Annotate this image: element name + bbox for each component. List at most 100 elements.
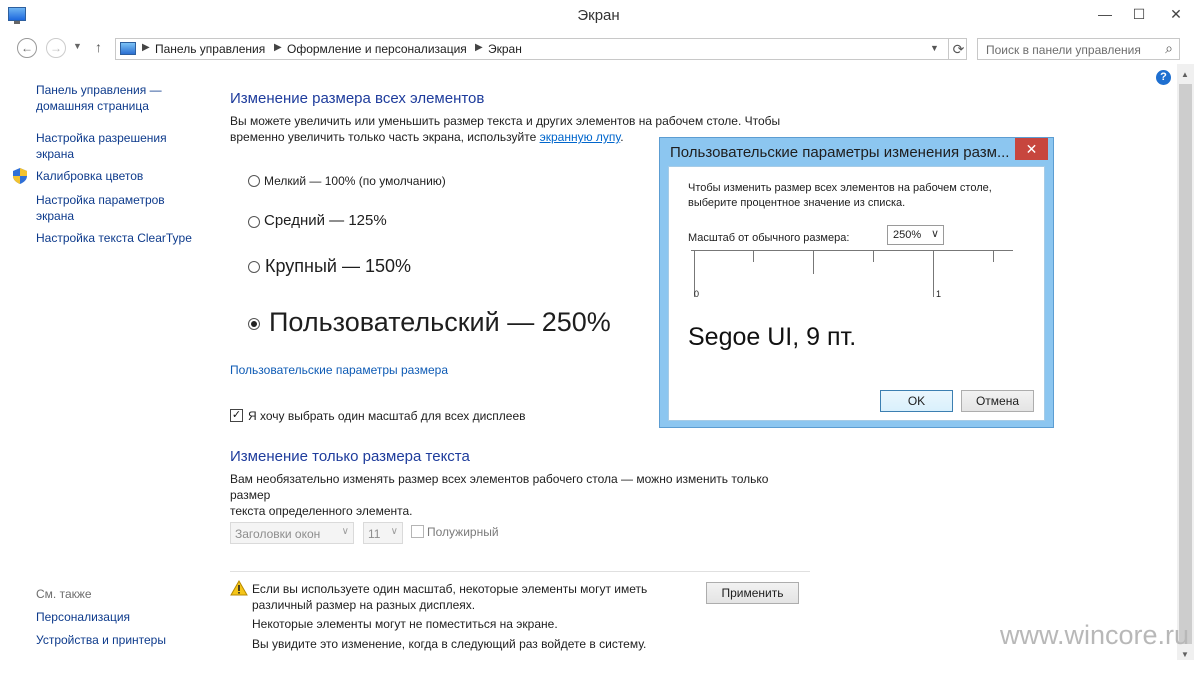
scroll-up-arrow-icon[interactable]: ▲ [1181,70,1189,79]
ruler-tick [993,250,994,262]
radio-large[interactable] [248,261,260,273]
bold-checkbox-label[interactable]: Полужирный [427,525,499,539]
refresh-icon[interactable]: ⟳ [948,39,968,59]
warning-line: Если вы используете один масштаб, некото… [252,582,648,596]
warning-line: различный размер на разных дисплеях. [252,598,476,612]
sidebar-link-resolution[interactable]: Настройка разрешения экрана [36,130,167,162]
sidebar-link-line[interactable]: экрана [36,208,165,224]
radio-medium-label[interactable]: Средний — 125% [264,212,387,229]
sidebar-link-personalization[interactable]: Персонализация [36,609,130,625]
radio-small-label[interactable]: Мелкий — 100% (по умолчанию) [264,174,446,188]
control-panel-icon [120,42,136,55]
recent-pages-dropdown-icon[interactable]: ▼ [73,41,82,51]
dialog-close-button[interactable]: ✕ [1015,138,1048,160]
divider [230,571,810,572]
address-bar[interactable]: ▶ Панель управления ▶ Оформление и персо… [115,38,967,60]
bold-checkbox[interactable] [411,525,424,538]
description-text: временно увеличить только часть экрана, … [230,130,540,144]
chevron-down-icon: ∨ [930,228,939,240]
sidebar-link-line[interactable]: Панель управления — [36,82,162,98]
close-button[interactable]: ✕ [1158,0,1194,28]
title-bar: Экран — ☐ ✕ [0,0,1197,32]
apply-button[interactable]: Применить [706,582,799,604]
breadcrumb-display[interactable]: Экран [488,42,522,56]
search-placeholder: Поиск в панели управления [986,43,1141,57]
warning-line: Вы увидите это изменение, когда в следую… [252,637,647,651]
up-arrow-icon[interactable]: ↑ [95,39,102,55]
search-icon[interactable]: ⌕ [1165,40,1173,57]
element-select-value: Заголовки окон [235,527,321,541]
breadcrumb-separator-icon[interactable]: ▶ [142,42,150,53]
navigation-bar: ← → ▼ ↑ ▶ Панель управления ▶ Оформление… [0,36,1197,62]
dialog-title: Пользовательские параметры изменения раз… [670,144,1010,161]
scale-select[interactable]: 250% ∨ [887,225,944,245]
sidebar-link-display-settings[interactable]: Настройка параметров экрана [36,192,165,224]
one-scale-checkbox-label[interactable]: Я хочу выбрать один масштаб для всех дис… [248,409,526,423]
sidebar-link-line[interactable]: Настройка параметров [36,192,165,208]
sidebar-link-devices-printers[interactable]: Устройства и принтеры [36,632,166,648]
scale-select-value: 250% [893,229,922,241]
scale-label: Масштаб от обычного размера: [688,232,850,244]
magnifier-link[interactable]: экранную лупу [540,130,621,144]
breadcrumb-control-panel[interactable]: Панель управления [155,42,265,56]
one-scale-checkbox[interactable]: ✓ [230,409,243,422]
search-input[interactable]: Поиск в панели управления ⌕ [977,38,1180,60]
dialog-instructions: Чтобы изменить размер всех элементов на … [688,181,992,211]
help-icon[interactable]: ? [1156,70,1171,85]
window-title: Экран [577,7,620,24]
address-history-dropdown-icon[interactable]: ▼ [930,43,939,53]
scrollbar-thumb[interactable] [1179,84,1192,644]
radio-medium[interactable] [248,216,260,228]
breadcrumb-appearance[interactable]: Оформление и персонализация [287,42,467,56]
section-title-resize-all: Изменение размера всех элементов [230,90,485,107]
description-line: Вы можете увеличить или уменьшить размер… [230,114,781,128]
dialog-instructions-line: Чтобы изменить размер всех элементов на … [688,182,992,194]
font-size-value: 11 [368,527,381,541]
radio-custom[interactable] [248,318,260,330]
radio-small[interactable] [248,175,260,187]
custom-scaling-dialog: Пользовательские параметры изменения раз… [659,137,1054,428]
ruler-tick [933,250,934,297]
element-select[interactable]: Заголовки окон ∨ [230,522,354,544]
sidebar-link-color-calibration[interactable]: Калибровка цветов [36,168,143,184]
breadcrumb-separator-icon[interactable]: ▶ [475,42,483,53]
radio-large-label[interactable]: Крупный — 150% [265,256,411,277]
sidebar-link-line[interactable]: экрана [36,146,167,162]
font-size-select[interactable]: 11 ∨ [363,522,403,544]
warning-icon [230,580,248,596]
warning-line: Некоторые элементы могут не поместиться … [252,617,558,631]
ruler-tick [813,250,814,274]
ruler[interactable] [691,250,1013,251]
ruler-label-start: 0 [694,289,700,299]
warning-text: Если вы используете один масштаб, некото… [252,581,647,613]
see-also-heading: См. также [36,587,92,601]
section-description: Вам необязательно изменять размер всех э… [230,471,810,519]
sidebar-link-cleartype[interactable]: Настройка текста ClearType [36,230,192,246]
dialog-instructions-line: выберите процентное значение из списка. [688,197,906,209]
custom-size-options-link[interactable]: Пользовательские параметры размера [230,363,448,377]
watermark: www.wincore.ru [1000,620,1190,650]
scroll-down-arrow-icon[interactable]: ▼ [1181,650,1189,659]
forward-arrow-icon[interactable]: → [46,38,66,58]
minimize-button[interactable]: — [1090,0,1120,28]
cancel-button[interactable]: Отмена [961,390,1034,412]
ruler-tick [753,250,754,262]
sample-text: Segoe UI, 9 пт. [688,323,857,351]
sidebar-link-line[interactable]: Настройка разрешения [36,130,167,146]
sidebar-link-line[interactable]: домашняя страница [36,98,162,114]
section-title-text-only: Изменение только размера текста [230,448,470,465]
description-line: текста определенного элемента. [230,504,413,518]
ok-button[interactable]: OK [880,390,953,412]
ruler-tick [873,250,874,262]
description-line: Вам необязательно изменять размер всех э… [230,472,769,502]
sidebar-link-control-panel-home[interactable]: Панель управления — домашняя страница [36,82,162,114]
description-text: . [620,130,624,144]
uac-shield-icon [13,168,27,184]
maximize-button[interactable]: ☐ [1124,0,1154,28]
chevron-down-icon: ∨ [390,526,398,537]
dialog-body: Чтобы изменить размер всех элементов на … [668,166,1045,421]
breadcrumb-separator-icon[interactable]: ▶ [274,42,282,53]
chevron-down-icon: ∨ [341,526,349,537]
radio-custom-label[interactable]: Пользовательский — 250% [269,307,611,338]
back-arrow-icon[interactable]: ← [17,38,37,58]
